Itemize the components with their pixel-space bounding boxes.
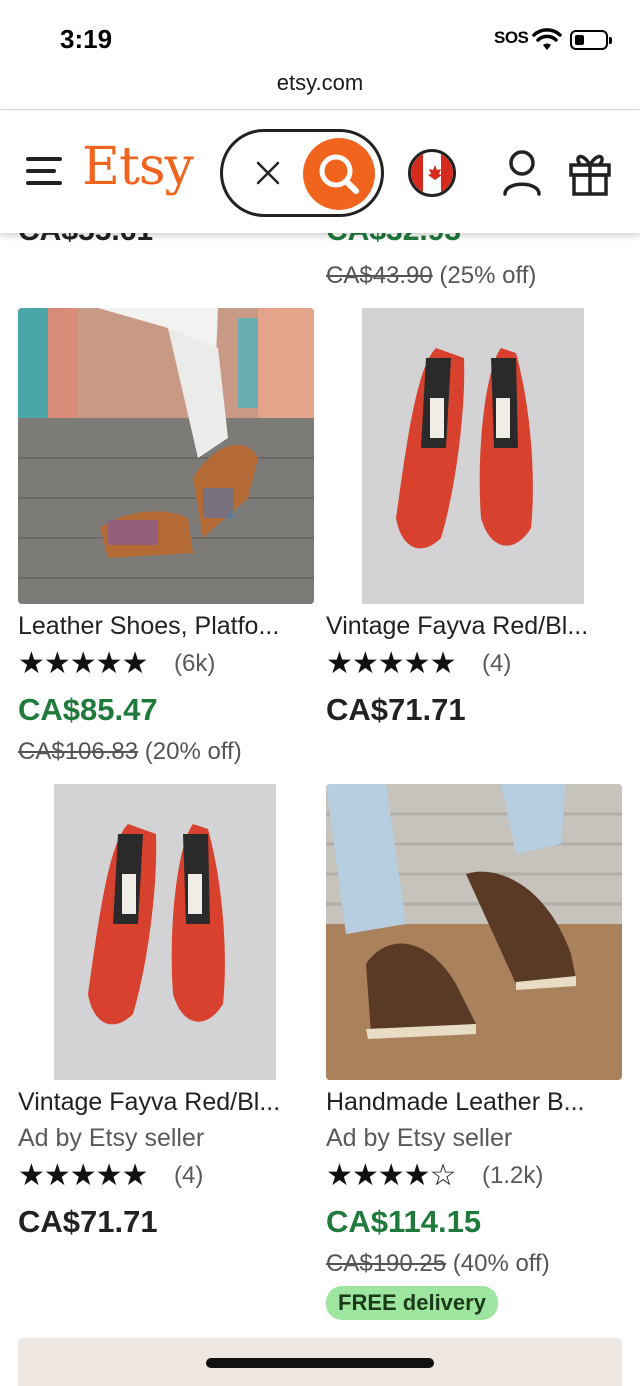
user-icon[interactable] <box>502 147 542 197</box>
product-image[interactable] <box>18 308 314 604</box>
review-count: (4) <box>482 650 512 677</box>
review-count: (4) <box>174 1162 204 1189</box>
product-title[interactable]: Vintage Fayva Red/Bl... <box>326 612 622 641</box>
review-count: (6k) <box>174 650 216 677</box>
canada-flag-icon[interactable] <box>408 149 456 197</box>
sos-indicator: SOS <box>494 28 529 47</box>
original-price-row: CA$190.25 (40% off) <box>326 1250 550 1278</box>
rating-stars: ★★★★★ <box>18 647 148 680</box>
search-button[interactable] <box>303 138 375 210</box>
wifi-icon <box>532 28 562 50</box>
product-title[interactable]: Leather Shoes, Platfo... <box>18 612 314 641</box>
original-price-row: CA$43.90 (25% off) <box>326 262 536 290</box>
ad-label: Ad by Etsy seller <box>18 1124 205 1152</box>
search-icon <box>319 154 359 194</box>
original-price: CA$190.25 <box>326 1250 447 1277</box>
rating-stars: ★★★★★ <box>18 1159 148 1192</box>
rating-stars: ★★★★☆ <box>326 1159 456 1192</box>
original-price-row: CA$106.83 (20% off) <box>18 738 242 766</box>
review-count: (1.2k) <box>482 1162 544 1189</box>
ad-label: Ad by Etsy seller <box>326 1124 513 1152</box>
sale-price: CA$114.15 <box>326 1204 482 1239</box>
product-title[interactable]: Vintage Fayva Red/Bl... <box>18 1088 314 1117</box>
product-image[interactable] <box>326 308 622 604</box>
clear-search-icon[interactable] <box>253 158 283 188</box>
product-image[interactable] <box>18 784 314 1080</box>
home-indicator[interactable] <box>206 1358 434 1368</box>
free-delivery-badge: FREE delivery <box>326 1286 498 1320</box>
price: CA$71.71 <box>18 1204 158 1239</box>
discount-label: (25% off) <box>439 262 537 289</box>
sale-price: CA$85.47 <box>18 692 158 727</box>
price: CA$71.71 <box>326 692 466 727</box>
status-bar: 3:19 SOS etsy.com <box>0 0 640 110</box>
status-time: 3:19 <box>60 24 113 54</box>
product-image[interactable] <box>326 784 622 1080</box>
rating-stars: ★★★★★ <box>326 647 456 680</box>
site-header: Etsy <box>0 111 640 233</box>
original-price: CA$106.83 <box>18 738 139 765</box>
gift-icon[interactable] <box>568 147 612 197</box>
address-bar[interactable]: etsy.com <box>0 70 640 96</box>
etsy-logo[interactable]: Etsy <box>82 137 194 197</box>
menu-icon[interactable] <box>26 157 62 185</box>
product-title[interactable]: Handmade Leather B... <box>326 1088 622 1117</box>
search-bar[interactable] <box>220 129 384 217</box>
original-price: CA$43.90 <box>326 262 433 289</box>
discount-label: (40% off) <box>452 1250 550 1277</box>
discount-label: (20% off) <box>144 738 242 765</box>
battery-icon <box>570 30 612 50</box>
